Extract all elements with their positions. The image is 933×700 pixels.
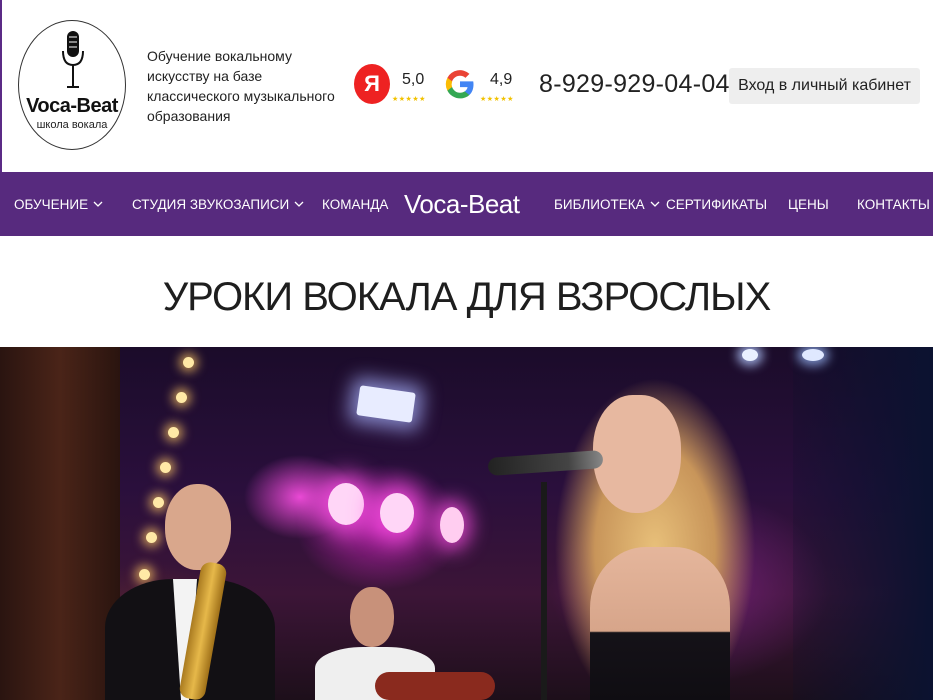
nav-item-certificates[interactable]: СЕРТИФИКАТЫ [666,172,767,236]
stage-curtain-left [0,347,120,700]
spotlight [380,493,414,533]
spotlight [802,349,824,361]
google-icon [445,70,474,99]
yandex-icon: Я [354,64,390,104]
page-title: УРОКИ ВОКАЛА ДЛЯ ВЗРОСЛЫХ [162,275,772,319]
chevron-down-icon [650,201,660,207]
main-nav: ОБУЧЕНИЕ СТУДИЯ ЗВУКОЗАПИСИ КОМАНДА Voca… [0,172,933,236]
singer-body [590,547,730,700]
login-button[interactable]: Вход в личный кабинет [729,68,920,104]
nav-item-label: КОМАНДА [322,196,389,212]
chevron-down-icon [294,201,304,207]
hero-image [0,347,933,700]
nav-item-label: КОНТАКТЫ [857,196,930,212]
logo[interactable]: Voca-Beat школа вокала [18,20,126,150]
chevron-down-icon [93,201,103,207]
nav-item-prices[interactable]: ЦЕНЫ [788,172,829,236]
stage-bulb [146,532,157,543]
saxophonist-head [165,484,231,570]
spotlight [440,507,464,543]
nav-item-studio[interactable]: СТУДИЯ ЗВУКОЗАПИСИ [132,172,304,236]
stage-bulb [176,392,187,403]
nav-item-contacts[interactable]: КОНТАКТЫ [857,172,930,236]
stage-bulb [168,427,179,438]
stage-bulb [139,569,150,580]
nav-item-label: БИБЛИОТЕКА [554,196,645,212]
nav-item-label: ЦЕНЫ [788,196,829,212]
microphone-icon [62,31,84,88]
nav-item-team[interactable]: КОМАНДА [322,172,388,236]
spotlight [328,483,364,525]
stage-curtain-right [793,347,933,700]
site-header: Voca-Beat школа вокала Обучение вокально… [0,0,933,172]
logo-title: Voca-Beat [26,95,118,117]
stage-bulb [183,357,194,368]
nav-item-label: ОБУЧЕНИЕ [14,196,89,212]
guitar [375,672,495,700]
nav-item-label: СТУДИЯ ЗВУКОЗАПИСИ [132,196,290,212]
nav-item-label: СЕРТИФИКАТЫ [666,196,768,212]
microphone-stand [541,482,547,700]
logo-subtitle: школа вокала [36,119,108,131]
yandex-stars: ★★★★★ [392,96,426,103]
tagline: Обучение вокальному искусству на базе кл… [147,48,335,124]
stage-bulb [153,497,164,508]
nav-item-obuchenie[interactable]: ОБУЧЕНИЕ [14,172,103,236]
phone-number[interactable]: 8-929-929-04-04 [539,70,730,99]
spotlight [742,349,758,361]
google-stars: ★★★★★ [480,96,514,103]
google-score: 4,9 [490,71,513,88]
guitarist-head [350,587,394,647]
stage-light-panel [356,385,416,423]
nav-item-library[interactable]: БИБЛИОТЕКА [554,172,660,236]
yandex-score: 5,0 [402,71,425,88]
stage-bulb [160,462,171,473]
singer-face [593,395,681,513]
nav-logo[interactable]: Voca-Beat [404,172,520,236]
